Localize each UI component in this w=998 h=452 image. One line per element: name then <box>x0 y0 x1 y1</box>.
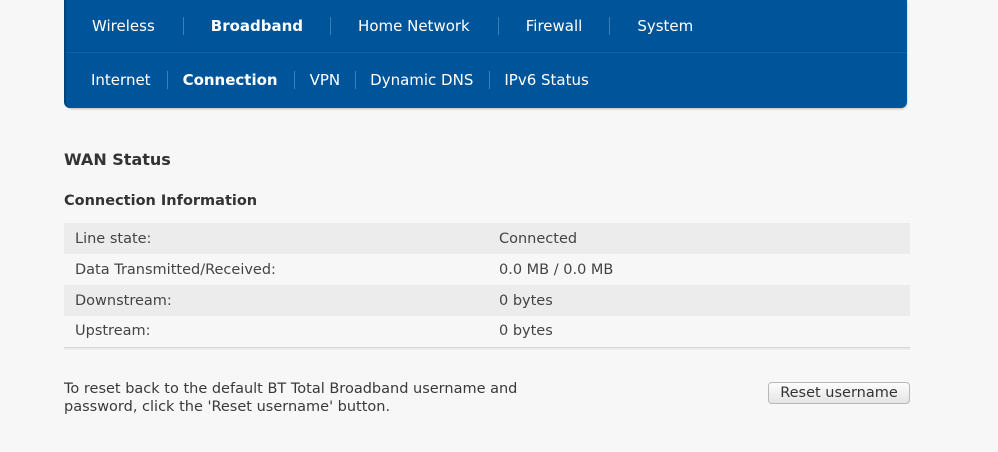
sub-nav: Internet Connection VPN Dynamic DNS IPv6… <box>66 52 907 108</box>
nav-separator <box>182 16 184 35</box>
main-nav-wireless[interactable]: Wireless <box>92 17 155 35</box>
row-label: Data Transmitted/Received: <box>75 261 276 278</box>
navigation-panel: Wireless Broadband Home Network Firewall… <box>66 0 907 108</box>
table-row: Downstream: 0 bytes <box>64 285 910 316</box>
row-value: 0 bytes <box>499 323 553 340</box>
row-value: Connected <box>499 230 578 247</box>
table-row: Upstream: 0 bytes <box>64 316 910 347</box>
row-label: Upstream: <box>75 323 151 340</box>
row-label: Downstream: <box>75 292 172 309</box>
row-label: Line state: <box>75 230 152 247</box>
nav-separator <box>166 71 168 89</box>
reset-username-button[interactable]: Reset username <box>768 382 910 404</box>
page-title: WAN Status <box>64 150 171 169</box>
nav-separator <box>489 71 491 89</box>
reset-instructions: To reset back to the default BT Total Br… <box>64 381 518 415</box>
main-nav-firewall[interactable]: Firewall <box>526 17 583 35</box>
sub-nav-connection[interactable]: Connection <box>183 71 278 89</box>
row-value: 0.0 MB / 0.0 MB <box>499 261 614 278</box>
nav-separator <box>497 16 499 35</box>
nav-separator <box>609 16 611 35</box>
sub-nav-ipv6-status[interactable]: IPv6 Status <box>504 71 588 89</box>
nav-separator <box>293 71 295 89</box>
sub-nav-internet[interactable]: Internet <box>91 71 151 89</box>
sub-nav-vpn[interactable]: VPN <box>310 71 341 89</box>
row-value: 0 bytes <box>499 292 553 309</box>
main-nav-system[interactable]: System <box>637 17 693 35</box>
nav-separator <box>355 71 357 89</box>
main-nav: Wireless Broadband Home Network Firewall… <box>66 0 907 52</box>
section-title: Connection Information <box>64 193 258 209</box>
main-nav-home-network[interactable]: Home Network <box>358 17 470 35</box>
router-settings-page: Wireless Broadband Home Network Firewall… <box>0 0 998 452</box>
nav-separator <box>330 16 332 35</box>
table-row: Data Transmitted/Received: 0.0 MB / 0.0 … <box>64 254 910 285</box>
connection-info-table: Line state: Connected Data Transmitted/R… <box>64 223 910 348</box>
table-row: Line state: Connected <box>64 223 910 254</box>
main-nav-broadband[interactable]: Broadband <box>211 17 303 35</box>
sub-nav-dynamic-dns[interactable]: Dynamic DNS <box>370 71 473 89</box>
